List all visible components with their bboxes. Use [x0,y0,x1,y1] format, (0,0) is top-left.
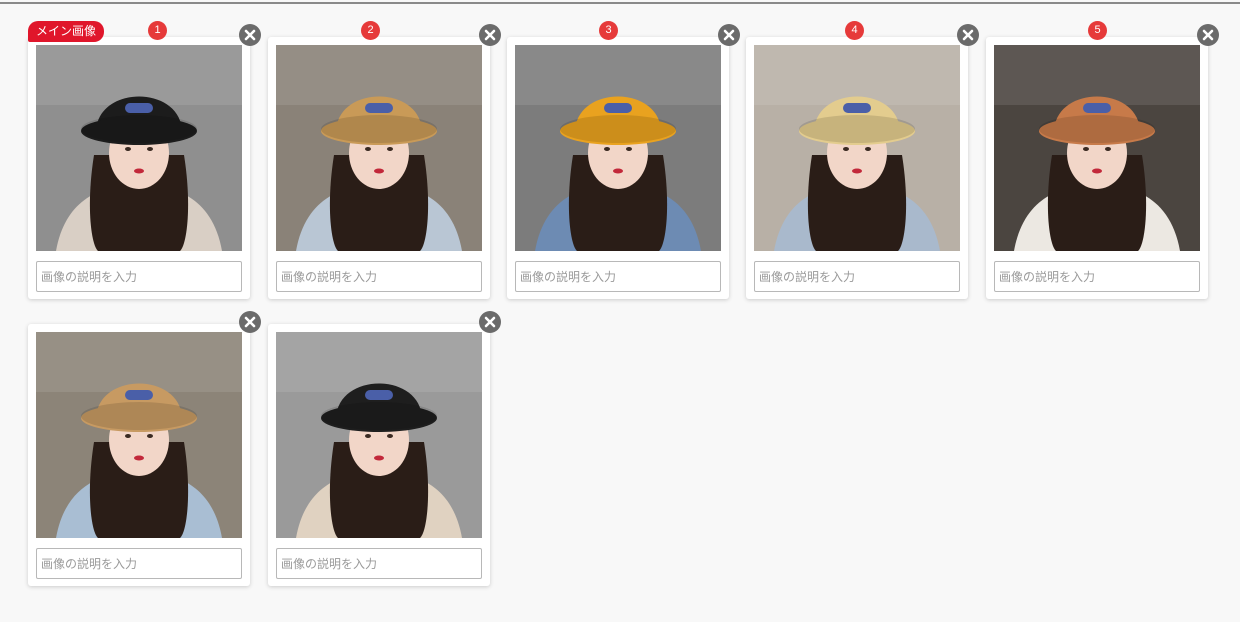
main-image-badge: メイン画像 [28,21,105,42]
image-description-input[interactable] [36,548,242,579]
image-card [507,37,729,299]
image-card [746,37,968,299]
image-description-input[interactable] [36,261,242,292]
close-icon [484,316,496,328]
remove-image-button[interactable] [479,24,501,46]
remove-image-button[interactable] [239,24,261,46]
close-icon [1202,29,1214,41]
image-description-input[interactable] [276,261,482,292]
image-card [268,37,490,299]
image-order-badge: 5 [1088,21,1107,40]
image-grid: 1 2 3 4 5 [0,0,1240,622]
photo-orange-bucket-hat[interactable] [994,45,1200,251]
close-icon [244,316,256,328]
remove-image-button[interactable] [479,311,501,333]
remove-image-button[interactable] [239,311,261,333]
image-card [986,37,1208,299]
remove-image-button[interactable] [957,24,979,46]
image-card [28,37,250,299]
image-description-input[interactable] [994,261,1200,292]
photo-mustard-bucket-hat[interactable] [515,45,721,251]
image-description-input[interactable] [515,261,721,292]
image-description-input[interactable] [276,548,482,579]
photo-beige-bucket-hat[interactable] [754,45,960,251]
photo-black-bucket-hat-2[interactable] [276,332,482,538]
image-order-badge: 3 [599,21,618,40]
close-icon [484,29,496,41]
close-icon [962,29,974,41]
photo-camel-bucket-hat[interactable] [276,45,482,251]
close-icon [244,29,256,41]
image-order-badge: 1 [148,21,167,40]
close-icon [723,29,735,41]
photo-black-bucket-hat[interactable] [36,45,242,251]
remove-image-button[interactable] [1197,24,1219,46]
image-order-badge: 2 [361,21,380,40]
image-order-badge: 4 [845,21,864,40]
image-card [268,324,490,586]
remove-image-button[interactable] [718,24,740,46]
image-description-input[interactable] [754,261,960,292]
image-card [28,324,250,586]
photo-camel-bucket-hat-wave[interactable] [36,332,242,538]
